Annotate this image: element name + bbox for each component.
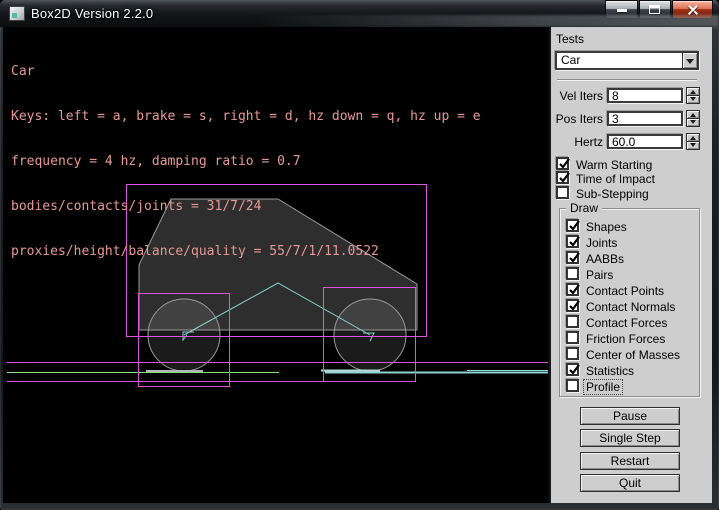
hud-text: Car Keys: left = a, brake = s, right = d… [11, 34, 481, 289]
hud-line-keys: Keys: left = a, brake = s, right = d, hz… [11, 109, 481, 124]
close-icon [687, 4, 699, 16]
checkbox-box [566, 299, 579, 312]
checkbox-box [566, 379, 579, 392]
checkbox-box [566, 315, 579, 328]
tests-dropdown-value: Car [561, 54, 580, 67]
chevron-down-icon [690, 97, 696, 104]
client-area: Car Keys: left = a, brake = s, right = d… [3, 27, 712, 503]
close-button[interactable] [672, 0, 713, 19]
chevron-down-icon [690, 143, 696, 150]
checkbox-box [566, 267, 579, 280]
hud-line-bodies: bodies/contacts/joints = 31/7/24 [11, 199, 481, 214]
checkbox-box [566, 235, 579, 248]
chevron-up-icon [690, 110, 696, 117]
simulation-canvas[interactable]: Car Keys: left = a, brake = s, right = d… [3, 27, 549, 503]
hertz-spin-down-button[interactable] [686, 141, 700, 150]
checkbox-label: AABBs [586, 252, 624, 266]
checkbox-label: Center of Masses [586, 348, 680, 362]
window-title: Box2D Version 2.2.0 [31, 6, 153, 21]
separator [557, 79, 697, 81]
tests-dropdown[interactable]: Car [555, 51, 699, 70]
checkbox-label: Statistics [586, 364, 634, 378]
checkbox-label: Shapes [586, 220, 627, 234]
vel-iters-label: Vel Iters [551, 90, 603, 103]
control-sidebar: Tests Car Vel Iters Pos Iters [549, 27, 712, 503]
checkbox-label: Profile [583, 379, 623, 395]
vel-iters-spinner [686, 87, 700, 104]
checkbox-box [556, 186, 569, 199]
maximize-button[interactable] [639, 0, 671, 19]
chevron-up-icon [690, 87, 696, 94]
checkbox-label: Sub-Stepping [576, 187, 649, 201]
minimize-button[interactable] [605, 0, 638, 19]
titlebar[interactable]: Box2D Version 2.2.0 [0, 0, 719, 27]
pos-iters-spin-down-button[interactable] [686, 118, 700, 127]
tests-label: Tests [556, 33, 584, 46]
hertz-spinner [686, 133, 700, 150]
vel-iters-spin-down-button[interactable] [686, 95, 700, 104]
checkbox-box [566, 251, 579, 264]
hertz-input[interactable] [607, 134, 683, 149]
checkbox-box [566, 283, 579, 296]
pos-iters-spinner [686, 110, 700, 127]
pause-button[interactable]: Pause [580, 407, 680, 425]
hud-line-proxies: proxies/height/balance/quality = 55/7/1/… [11, 244, 481, 259]
checkbox-box [566, 331, 579, 344]
minimize-icon [617, 9, 627, 12]
checkbox-label: Time of Impact [576, 172, 655, 186]
pos-iters-label: Pos Iters [551, 113, 603, 126]
checkbox-label: Pairs [586, 268, 613, 282]
single-step-button[interactable]: Single Step [580, 429, 680, 447]
hertz-label: Hertz [551, 136, 603, 149]
chevron-down-icon [690, 120, 696, 127]
checkbox-box [566, 347, 579, 360]
checkbox-label: Contact Forces [586, 316, 667, 330]
vel-iters-input[interactable] [607, 88, 683, 103]
tests-dropdown-button[interactable] [682, 52, 698, 69]
checkbox-label: Contact Normals [586, 300, 675, 314]
checkbox-box [566, 219, 579, 232]
chevron-down-icon [686, 59, 694, 68]
pos-iters-input[interactable] [607, 111, 683, 126]
checkbox-label: Warm Starting [576, 158, 652, 172]
maximize-icon [649, 5, 660, 14]
chevron-up-icon [690, 133, 696, 140]
restart-button[interactable]: Restart [580, 452, 680, 470]
checkbox-label: Contact Points [586, 284, 664, 298]
checkbox-label: Friction Forces [586, 332, 665, 346]
draw-group-label: Draw [566, 202, 602, 215]
app-icon [9, 6, 25, 21]
hud-line-frequency: frequency = 4 hz, damping ratio = 0.7 [11, 154, 481, 169]
quit-button[interactable]: Quit [580, 474, 680, 492]
checkbox-box [566, 363, 579, 376]
checkbox-label: Joints [586, 236, 617, 250]
hertz-row: Hertz [551, 134, 714, 150]
hud-line-test-name: Car [11, 64, 481, 79]
pos-iters-row: Pos Iters [551, 111, 714, 127]
checkbox-box [556, 171, 569, 184]
app-window: Box2D Version 2.2.0 [0, 0, 719, 510]
vel-iters-row: Vel Iters [551, 88, 714, 104]
checkbox-box [556, 157, 569, 170]
